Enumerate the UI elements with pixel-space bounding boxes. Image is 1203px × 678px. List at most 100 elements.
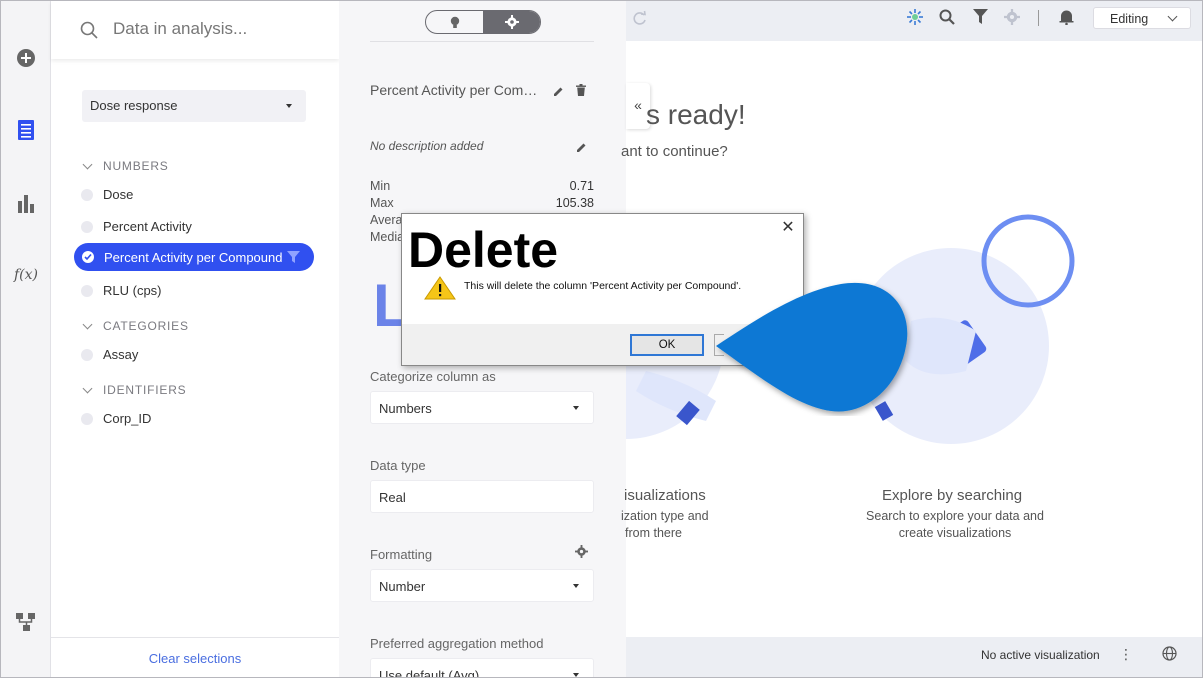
recommendations-icon[interactable] <box>907 9 923 30</box>
stat-value: 0.71 <box>569 179 594 193</box>
clear-selections-link[interactable]: Clear selections <box>51 637 339 677</box>
redo-icon[interactable] <box>632 10 648 31</box>
visualization-types-icon[interactable] <box>14 191 38 215</box>
app-window: f(x) Dose response NUMBERS Dose Percent … <box>0 0 1203 678</box>
add-data-icon[interactable] <box>14 46 38 70</box>
dialog-title: Delete <box>408 222 559 278</box>
mode-label: Editing <box>1110 12 1149 26</box>
field-value: Real <box>379 490 406 505</box>
chevron-down-icon <box>82 159 93 169</box>
status-bar: No active visualization ⋮ <box>626 637 1202 677</box>
search-bar <box>51 1 339 59</box>
more-options-icon[interactable]: ⋮ <box>1119 646 1133 663</box>
data-canvas-icon[interactable] <box>14 610 38 634</box>
chevron-down-icon <box>286 104 292 108</box>
chevron-down-icon <box>82 383 93 393</box>
chevron-down-icon <box>573 406 579 410</box>
dialog-message: This will delete the column 'Percent Act… <box>464 280 742 292</box>
column-item[interactable]: RLU (cps) <box>81 283 162 298</box>
search-input[interactable] <box>113 19 313 39</box>
function-icon[interactable]: f(x) <box>14 263 38 287</box>
section-label: IDENTIFIERS <box>103 383 187 397</box>
column-item-selected[interactable]: Percent Activity per Compound <box>74 243 314 271</box>
column-item[interactable]: Assay <box>81 347 138 362</box>
categorize-label: Categorize column as <box>370 369 496 384</box>
top-toolbar: Editing <box>626 1 1202 36</box>
ok-button[interactable]: OK <box>630 334 704 356</box>
warning-icon <box>424 276 456 305</box>
stat-value: 105.38 <box>555 196 594 210</box>
data-panel: Dose response NUMBERS Dose Percent Activ… <box>51 1 339 677</box>
check-icon <box>82 251 94 263</box>
column-item[interactable]: Corp_ID <box>81 411 151 426</box>
welcome-subtitle: ant to continue? <box>621 143 728 160</box>
stat-max: Max 105.38 <box>370 196 594 210</box>
chevron-down-icon <box>573 673 579 677</box>
formatting-label: Formatting <box>370 547 433 562</box>
trash-icon[interactable] <box>576 83 586 101</box>
edit-description-icon[interactable] <box>576 140 587 158</box>
stat-label: Avera <box>370 213 403 227</box>
stat-label: Media <box>370 230 405 244</box>
select-value: Use default (Avg) <box>379 668 480 678</box>
column-item[interactable]: Percent Activity <box>81 219 192 234</box>
card-search-text-1: Search to explore your data and <box>866 509 1044 523</box>
column-title: Percent Activity per Compound <box>370 82 545 98</box>
column-label: Assay <box>103 347 139 362</box>
select-value: Numbers <box>379 401 432 416</box>
welcome-title: s ready! <box>646 99 746 130</box>
section-identifiers[interactable]: IDENTIFIERS <box>82 383 187 397</box>
stat-label: Min <box>370 179 391 193</box>
column-label: RLU (cps) <box>103 283 162 298</box>
gear-icon[interactable] <box>483 11 540 33</box>
section-categories[interactable]: CATEGORIES <box>82 319 189 333</box>
data-table-select[interactable]: Dose response <box>82 90 306 122</box>
search-icon[interactable] <box>939 9 955 30</box>
column-description: No description added <box>370 139 484 153</box>
radio-dot <box>81 220 93 233</box>
select-value: Number <box>379 579 426 594</box>
stat-label: Max <box>370 196 394 210</box>
formatting-select[interactable]: Number <box>370 569 594 602</box>
column-label: Corp_ID <box>103 411 152 426</box>
card-search-title[interactable]: Explore by searching <box>882 487 1022 504</box>
close-icon[interactable]: ✕ <box>780 220 796 236</box>
pointer-callout <box>716 282 908 412</box>
radio-dot <box>81 284 93 297</box>
card-search-text-2: create visualizations <box>898 526 1012 540</box>
aggregation-select[interactable]: Use default (Avg) <box>370 658 594 678</box>
stat-min: Min 0.71 <box>370 179 594 193</box>
formatting-gear-icon[interactable] <box>575 545 588 563</box>
chevron-down-icon <box>1167 11 1178 22</box>
chevron-down-icon <box>82 319 93 329</box>
filter-icon[interactable] <box>287 251 300 266</box>
datatype-label: Data type <box>370 458 426 473</box>
column-label: Dose <box>103 187 134 202</box>
radio-dot <box>81 412 93 425</box>
radio-dot <box>81 188 93 201</box>
aggregation-label: Preferred aggregation method <box>370 636 544 651</box>
section-label: NUMBERS <box>103 159 169 173</box>
categorize-select[interactable]: Numbers <box>370 391 594 424</box>
filter-icon[interactable] <box>973 9 988 29</box>
notifications-icon[interactable] <box>1059 9 1074 30</box>
datatype-field: Real <box>370 480 594 513</box>
data-panel-icon[interactable] <box>14 118 38 142</box>
panel-mode-toggle[interactable] <box>425 10 541 34</box>
card-visualizations-title: isualizations <box>624 487 706 504</box>
left-rail: f(x) <box>1 1 51 677</box>
divider <box>370 41 594 42</box>
settings-icon[interactable] <box>1004 9 1020 30</box>
section-numbers[interactable]: NUMBERS <box>82 159 169 173</box>
section-label: CATEGORIES <box>103 319 189 333</box>
lightbulb-icon[interactable] <box>426 11 483 33</box>
card-visualizations-text-1: ization type and <box>621 509 709 523</box>
mode-select[interactable]: Editing <box>1093 7 1191 29</box>
search-icon <box>80 21 98 44</box>
data-table-label: Dose response <box>90 98 178 113</box>
globe-icon[interactable] <box>1162 646 1177 664</box>
radio-dot <box>81 348 93 361</box>
column-item[interactable]: Dose <box>81 187 133 202</box>
edit-icon[interactable] <box>553 84 564 102</box>
toolbar-divider <box>1038 10 1039 26</box>
